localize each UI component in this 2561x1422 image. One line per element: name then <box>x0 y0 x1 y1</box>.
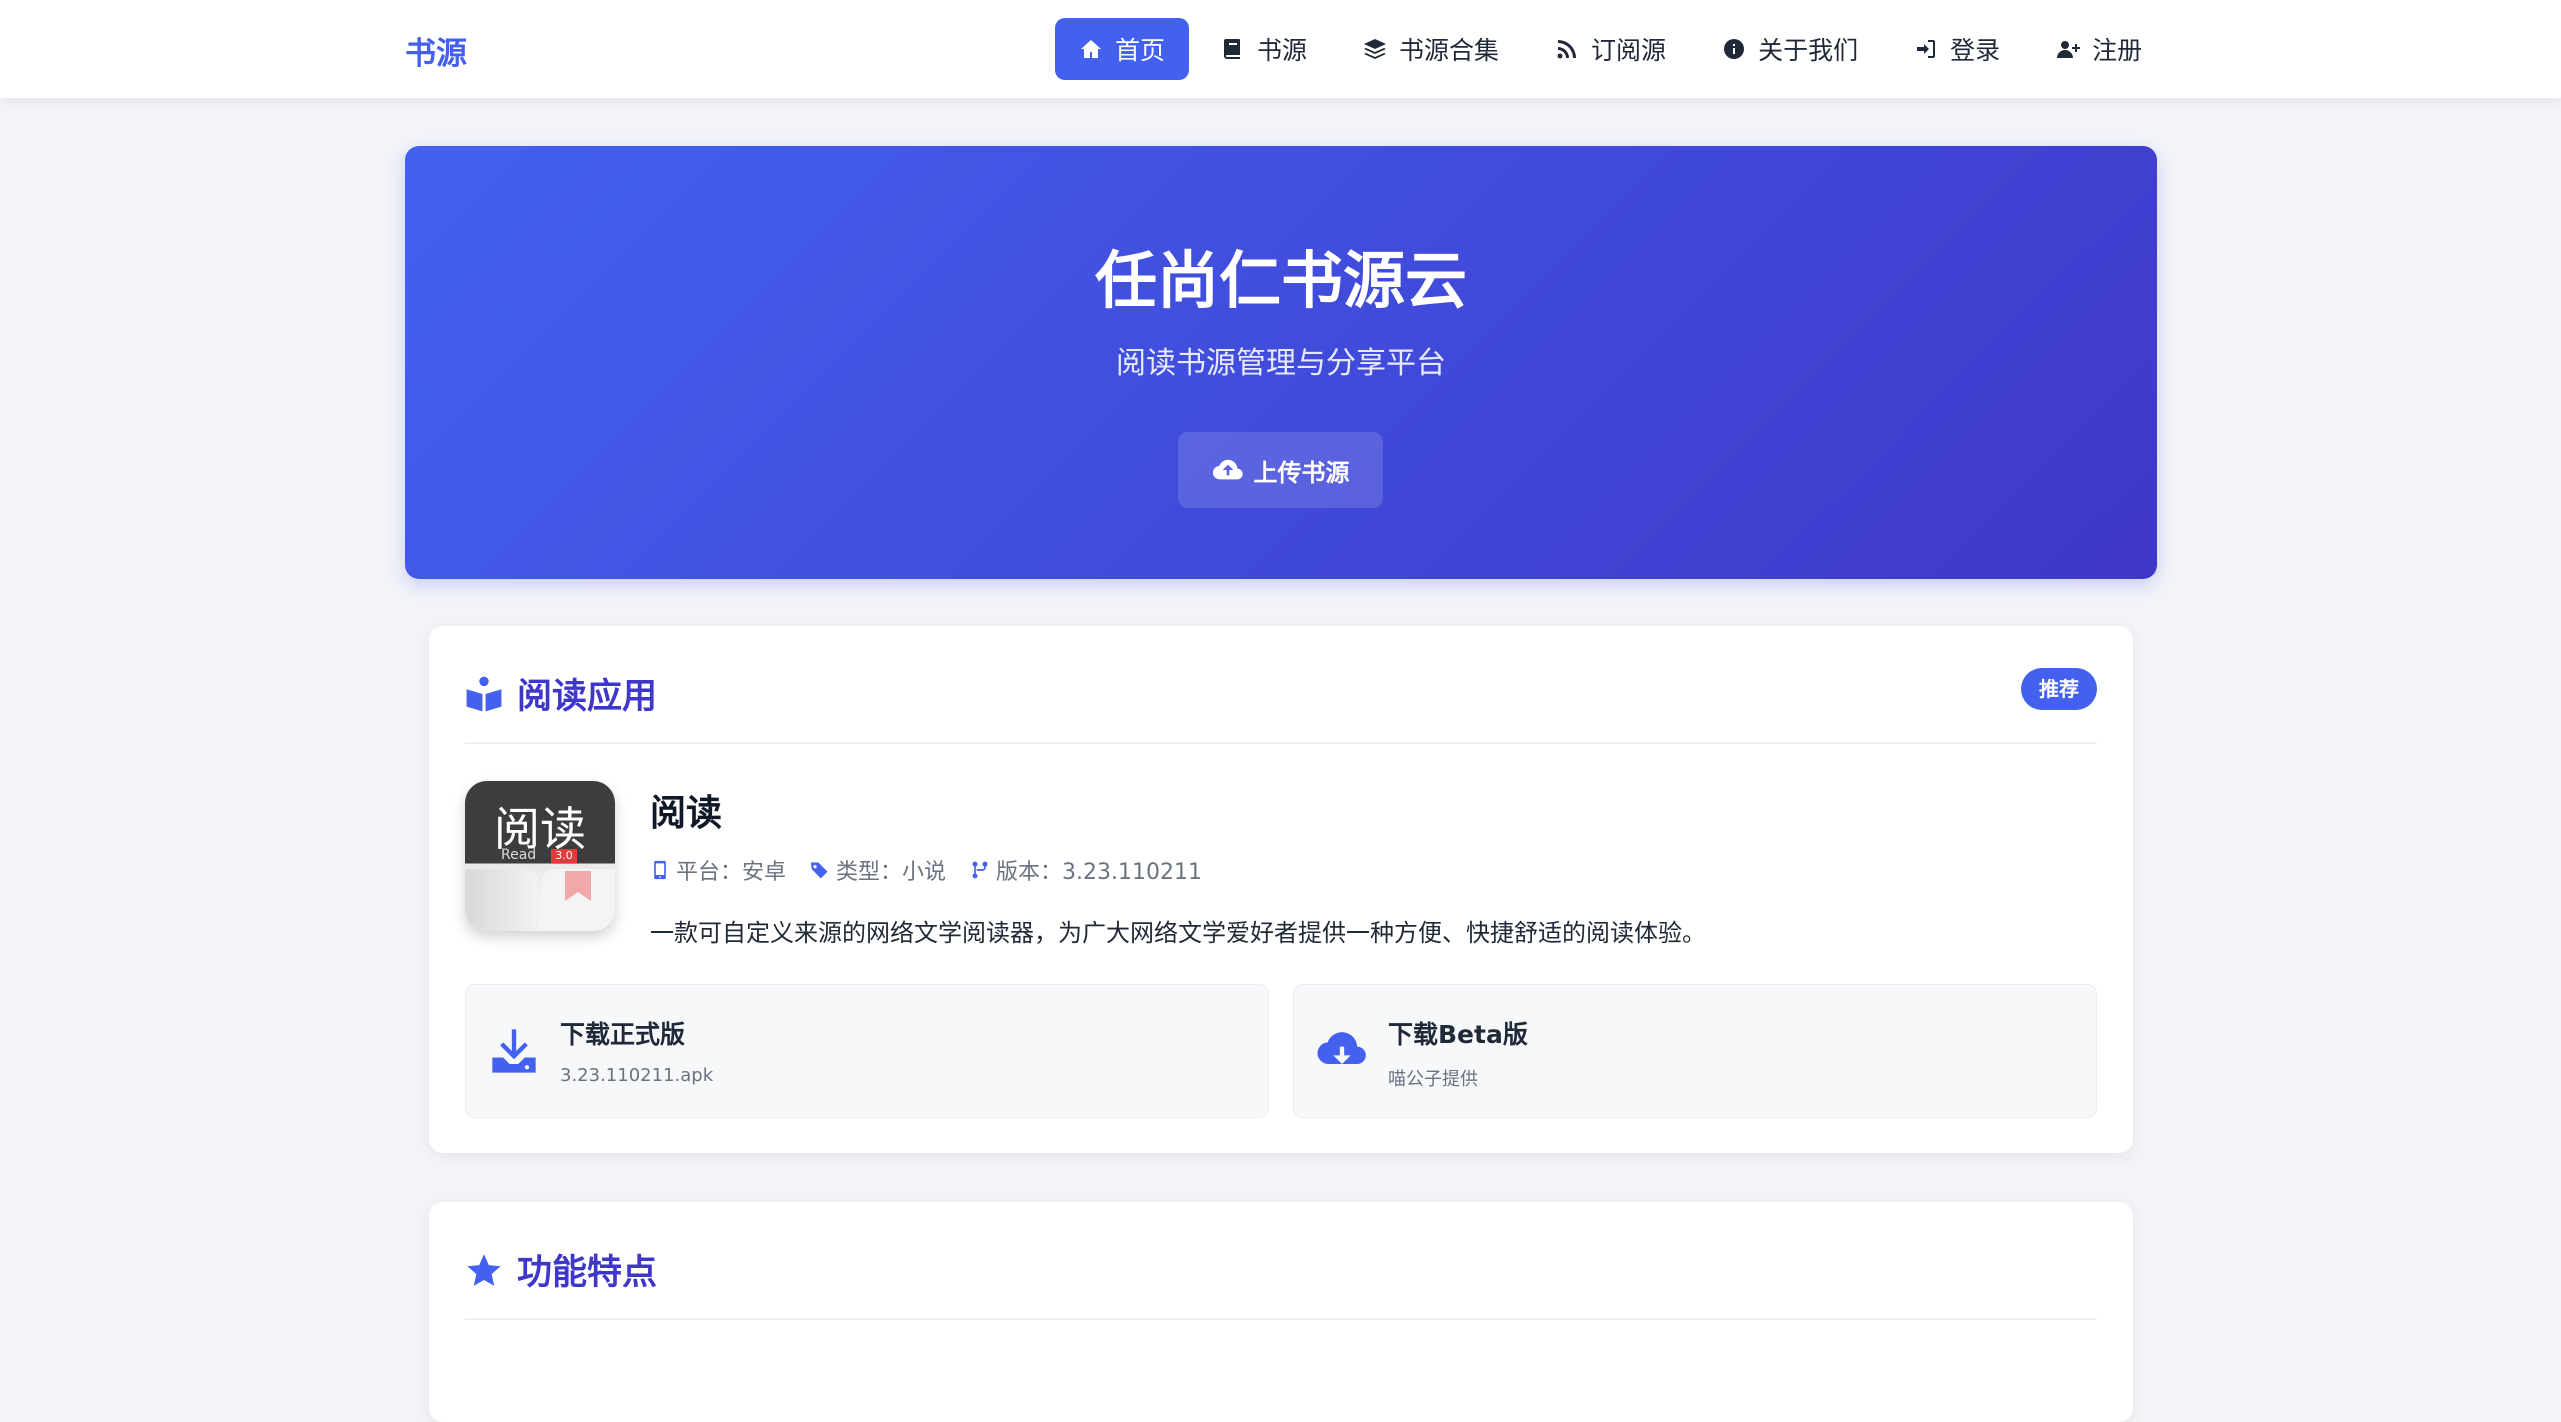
app-description: 一款可自定义来源的网络文学阅读器，为广大网络文学爱好者提供一种方便、快捷舒适的阅… <box>650 919 1706 947</box>
app-logo-subtext: Read <box>501 847 537 863</box>
nav-item-label: 关于我们 <box>1758 36 1859 65</box>
download-beta-button[interactable]: 下载Beta版 喵公子提供 <box>1293 984 2097 1118</box>
version-meta: 版本：3.23.110211 <box>970 854 1202 886</box>
card-title-label: 阅读应用 <box>517 677 658 717</box>
features-card: 功能特点 <box>429 1202 2133 1422</box>
download-stable-file: 3.23.110211.apk <box>560 1065 714 1086</box>
logo-page-left <box>465 869 539 931</box>
version-text: 版本：3.23.110211 <box>996 860 1202 885</box>
sign-in-icon <box>1917 40 1936 58</box>
app-meta: 平台：安卓 类型：小说 版本：3.23.110211 <box>650 854 1202 886</box>
rss-icon <box>1557 40 1577 59</box>
app-logo-version: 3.0 <box>551 849 577 863</box>
card-header: 阅读应用 推荐 <box>465 626 2097 744</box>
type-text: 类型：小说 <box>836 860 947 885</box>
download-stable-button[interactable]: 下载正式版 3.23.110211.apk <box>465 984 1269 1118</box>
upload-source-button[interactable]: 上传书源 <box>1178 432 1383 508</box>
layers-icon <box>1364 39 1387 59</box>
download-beta-provider: 喵公子提供 <box>1388 1069 1478 1090</box>
card-title-label: 功能特点 <box>517 1253 658 1293</box>
mobile-icon <box>654 860 666 880</box>
code-branch-icon <box>972 861 988 879</box>
brand-logo[interactable]: 书源 <box>405 28 467 73</box>
nav-item-label: 注册 <box>2092 36 2143 65</box>
cloud-upload-icon <box>1212 459 1243 480</box>
nav-menu: 首页 书源 书源合集 订阅源 关于我们 登录 注册 <box>1055 18 2174 80</box>
hero-title: 任尚仁书源云 <box>1094 244 1467 317</box>
app-name: 阅读 <box>650 793 723 834</box>
app-logo: 阅读 Read 3.0 <box>465 781 615 931</box>
platform-meta: 平台：安卓 <box>650 854 786 886</box>
book-reader-icon <box>466 676 502 711</box>
info-icon <box>1724 39 1745 59</box>
book-icon <box>1224 39 1241 59</box>
nav-item-sources[interactable]: 书源 <box>1197 18 1331 80</box>
nav-item-label: 订阅源 <box>1591 36 1667 65</box>
nav-item-collections[interactable]: 书源合集 <box>1339 18 1523 80</box>
card-title: 功能特点 <box>465 1244 657 1295</box>
star-icon <box>467 1253 501 1286</box>
tags-icon <box>810 862 828 879</box>
type-meta: 类型：小说 <box>810 854 946 886</box>
platform-text: 平台：安卓 <box>676 860 787 885</box>
nav-item-about[interactable]: 关于我们 <box>1698 18 1882 80</box>
nav-item-home[interactable]: 首页 <box>1055 18 1190 80</box>
download-icon <box>492 1029 536 1073</box>
reader-app-card: 阅读应用 推荐 阅读 Read 3.0 阅读 平台：安卓 类型：小说 版本：3.… <box>429 626 2133 1153</box>
home-icon <box>1081 40 1101 58</box>
nav-item-subscriptions[interactable]: 订阅源 <box>1531 18 1690 80</box>
download-stable-title: 下载正式版 <box>560 1020 686 1049</box>
card-header: 功能特点 <box>465 1202 2097 1320</box>
upload-source-label: 上传书源 <box>1253 458 1350 487</box>
nav-item-register[interactable]: 注册 <box>2032 18 2166 80</box>
nav-item-label: 书源合集 <box>1399 36 1500 65</box>
cloud-download-icon <box>1317 1032 1366 1065</box>
nav-item-login[interactable]: 登录 <box>1890 18 2024 80</box>
hero-subtitle: 阅读书源管理与分享平台 <box>1116 346 1446 381</box>
card-title: 阅读应用 <box>465 668 657 719</box>
recommend-badge: 推荐 <box>2021 668 2097 710</box>
app-logo-text: 阅读 <box>494 802 586 856</box>
nav-item-label: 书源 <box>1257 36 1308 65</box>
user-plus-icon <box>2057 41 2081 58</box>
download-beta-title: 下载Beta版 <box>1388 1020 1528 1049</box>
top-navbar: 书源 首页 书源 书源合集 订阅源 关于我们 登录 注册 <box>0 0 2561 98</box>
nav-item-label: 登录 <box>1950 36 2001 65</box>
nav-item-label: 首页 <box>1115 36 1166 65</box>
hero-banner: 任尚仁书源云 阅读书源管理与分享平台 上传书源 <box>405 146 2157 579</box>
